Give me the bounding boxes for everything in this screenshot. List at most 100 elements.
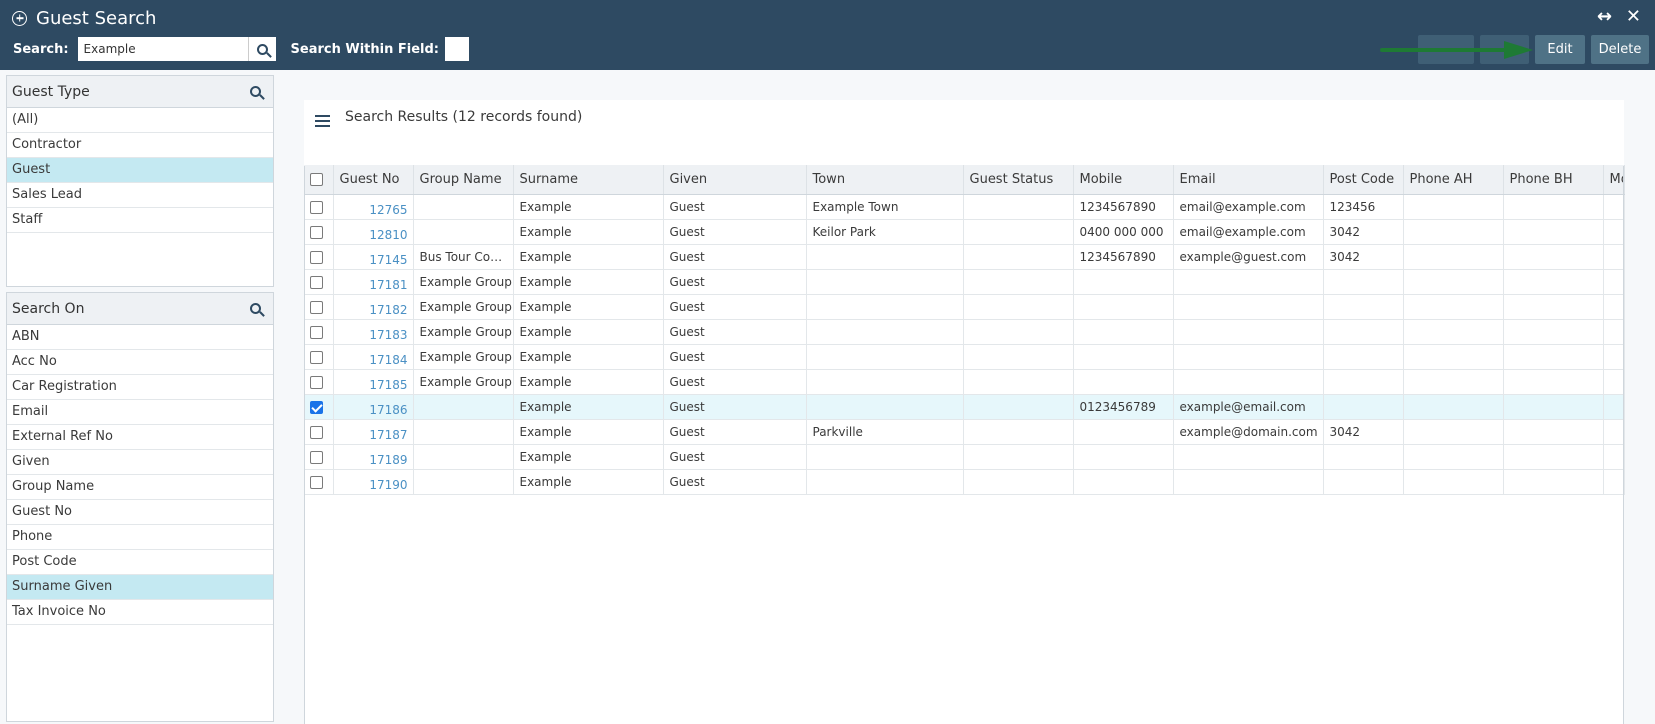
guest-no-link[interactable]: 17183 xyxy=(333,319,414,345)
table-row[interactable]: 17145 Bus Tour Com... Example Guest 12345678… xyxy=(304,244,1625,270)
search-on-item[interactable]: Car Registration xyxy=(7,375,273,400)
guest-type-item[interactable]: Contractor xyxy=(7,133,273,158)
row-checkbox[interactable] xyxy=(310,225,323,239)
row-checkbox[interactable] xyxy=(310,425,323,439)
menu-icon[interactable] xyxy=(315,115,330,127)
row-checkbox[interactable] xyxy=(310,250,323,264)
guest-no-link[interactable]: 17182 xyxy=(333,294,414,320)
search-on-item[interactable]: Phone xyxy=(7,525,273,550)
column-header[interactable]: Phone AH xyxy=(1403,165,1504,195)
row-checkbox-cell[interactable] xyxy=(304,219,334,245)
row-checkbox-cell[interactable] xyxy=(304,319,334,345)
row-checkbox[interactable] xyxy=(310,275,323,289)
select-all-checkbox[interactable] xyxy=(310,172,323,186)
search-on-item[interactable]: Guest No xyxy=(7,500,273,525)
search-within-field[interactable] xyxy=(445,37,469,61)
delete-button[interactable]: Delete xyxy=(1591,35,1649,64)
search-on-item[interactable]: Group Name xyxy=(7,475,273,500)
search-on-item[interactable]: Tax Invoice No xyxy=(7,600,273,625)
row-checkbox-cell[interactable] xyxy=(304,369,334,395)
guest-no-link[interactable]: 17190 xyxy=(333,469,414,495)
cell-ah xyxy=(1403,419,1504,445)
row-checkbox-cell[interactable] xyxy=(304,269,334,295)
guest-type-item[interactable]: Staff xyxy=(7,208,273,233)
column-header[interactable]: Guest No xyxy=(333,165,414,195)
action-button-2[interactable] xyxy=(1480,35,1529,64)
add-circle-icon[interactable] xyxy=(12,10,27,26)
row-checkbox[interactable] xyxy=(310,450,323,464)
cell-bh xyxy=(1503,419,1604,445)
guest-no-link[interactable]: 17186 xyxy=(333,394,414,420)
edit-button[interactable]: Edit xyxy=(1535,35,1585,64)
column-header[interactable]: Town xyxy=(806,165,964,195)
guest-no-link[interactable]: 17181 xyxy=(333,269,414,295)
table-row[interactable]: 12765 Example Guest Example Town 1234567890 e… xyxy=(304,194,1625,220)
table-row[interactable]: 17182 Example Group Example Guest xyxy=(304,294,1625,320)
search-icon[interactable] xyxy=(250,303,261,314)
search-input[interactable] xyxy=(77,37,248,61)
row-checkbox-cell[interactable] xyxy=(304,194,334,220)
guest-no-link[interactable]: 17185 xyxy=(333,369,414,395)
row-checkbox[interactable] xyxy=(310,300,323,314)
search-on-item[interactable]: ABN xyxy=(7,325,273,350)
table-row[interactable]: 17181 Example Group Example Guest xyxy=(304,269,1625,295)
expand-horizontal-icon[interactable]: ↔ xyxy=(1597,6,1612,27)
table-row[interactable]: 17185 Example Group Example Guest xyxy=(304,369,1625,395)
row-checkbox[interactable] xyxy=(310,325,323,339)
action-button-1[interactable] xyxy=(1418,35,1474,64)
guest-no-link[interactable]: 12765 xyxy=(333,194,414,220)
row-checkbox[interactable] xyxy=(310,375,323,389)
guest-type-item[interactable]: Sales Lead xyxy=(7,183,273,208)
search-on-item[interactable]: Email xyxy=(7,400,273,425)
column-header[interactable]: Mo xyxy=(1603,165,1625,195)
search-icon[interactable] xyxy=(250,86,261,97)
row-checkbox[interactable] xyxy=(310,475,323,489)
guest-type-item[interactable]: Guest xyxy=(7,158,273,183)
close-icon[interactable]: ✕ xyxy=(1626,6,1641,27)
row-checkbox[interactable] xyxy=(310,350,323,364)
select-all-checkbox-header[interactable] xyxy=(304,165,334,195)
search-on-item[interactable]: Acc No xyxy=(7,350,273,375)
cell-surname: Example xyxy=(513,444,664,470)
table-row[interactable]: 17190 Example Guest xyxy=(304,469,1625,495)
cell-group xyxy=(413,469,514,495)
guest-no-link[interactable]: 17187 xyxy=(333,419,414,445)
row-checkbox[interactable] xyxy=(310,200,323,214)
search-on-item[interactable]: Post Code xyxy=(7,550,273,575)
row-checkbox-cell[interactable] xyxy=(304,444,334,470)
column-header[interactable]: Phone BH xyxy=(1503,165,1604,195)
table-row[interactable]: 12810 Example Guest Keilor Park 0400 000 000… xyxy=(304,219,1625,245)
table-row[interactable]: 17183 Example Group Example Guest xyxy=(304,319,1625,345)
column-header[interactable]: Given xyxy=(663,165,807,195)
guest-no-link[interactable]: 12810 xyxy=(333,219,414,245)
cell-mobile xyxy=(1073,444,1174,470)
cell-town xyxy=(806,319,964,345)
row-checkbox-cell[interactable] xyxy=(304,419,334,445)
row-checkbox-cell[interactable] xyxy=(304,244,334,270)
row-checkbox-cell[interactable] xyxy=(304,394,334,420)
column-header[interactable]: Group Name xyxy=(413,165,514,195)
column-header[interactable]: Post Code xyxy=(1323,165,1404,195)
guest-no-link[interactable]: 17145 xyxy=(333,244,414,270)
cell-status xyxy=(963,269,1074,295)
table-row[interactable]: 17187 Example Guest Parkville example@domain… xyxy=(304,419,1625,445)
cell-town xyxy=(806,444,964,470)
column-header[interactable]: Surname xyxy=(513,165,664,195)
guest-type-item[interactable]: (All) xyxy=(7,108,273,133)
guest-no-link[interactable]: 17184 xyxy=(333,344,414,370)
table-row[interactable]: 17186 Example Guest 0123456789 example@email… xyxy=(304,394,1625,420)
row-checkbox[interactable] xyxy=(310,400,323,414)
row-checkbox-cell[interactable] xyxy=(304,294,334,320)
row-checkbox-cell[interactable] xyxy=(304,469,334,495)
table-row[interactable]: 17189 Example Guest xyxy=(304,444,1625,470)
column-header[interactable]: Guest Status xyxy=(963,165,1074,195)
search-on-item[interactable]: Given xyxy=(7,450,273,475)
guest-no-link[interactable]: 17189 xyxy=(333,444,414,470)
row-checkbox-cell[interactable] xyxy=(304,344,334,370)
search-on-item[interactable]: External Ref No xyxy=(7,425,273,450)
table-row[interactable]: 17184 Example Group Example Guest xyxy=(304,344,1625,370)
search-button[interactable] xyxy=(247,37,276,61)
column-header[interactable]: Email xyxy=(1173,165,1324,195)
search-on-item[interactable]: Surname Given xyxy=(7,575,273,600)
column-header[interactable]: Mobile xyxy=(1073,165,1174,195)
